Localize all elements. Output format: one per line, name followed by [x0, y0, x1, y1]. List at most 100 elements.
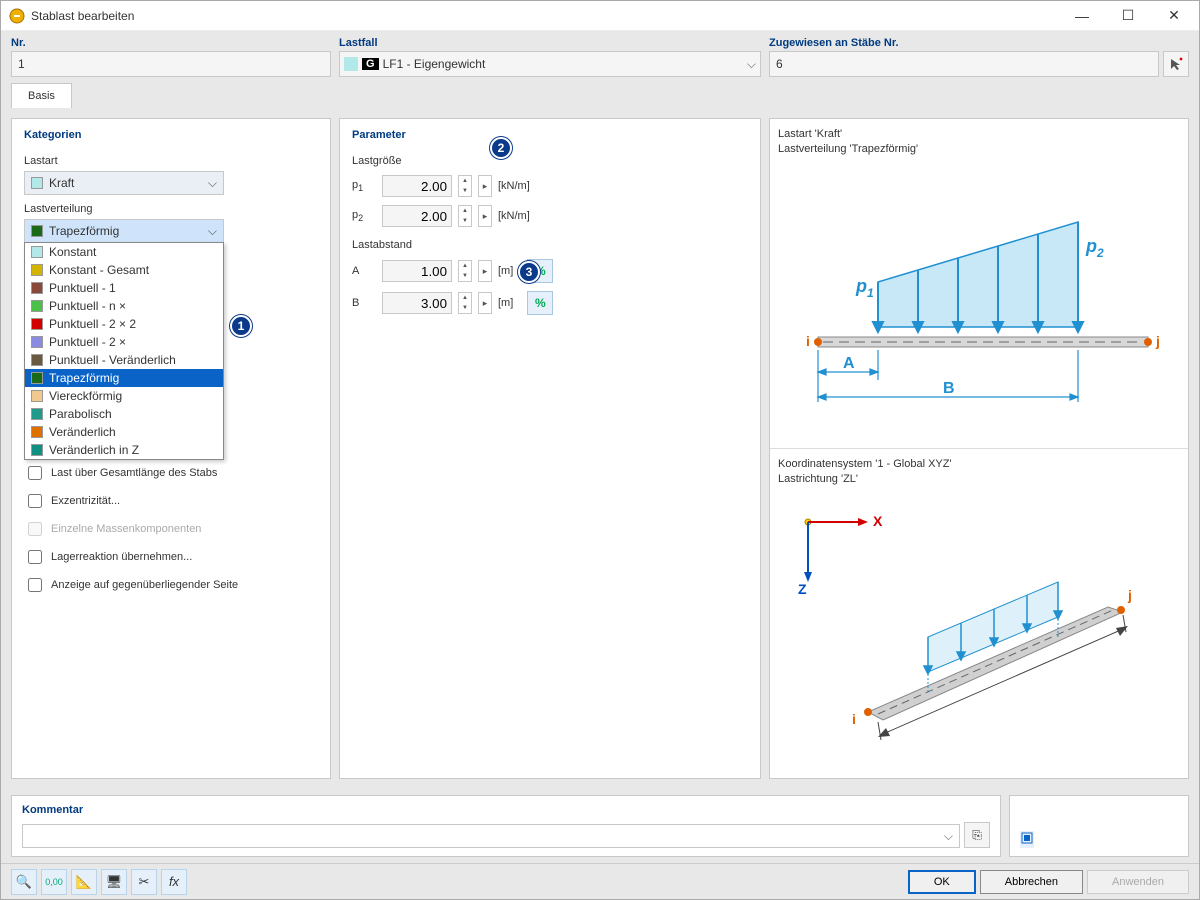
chk-support-reaction[interactable]: Lagerreaktion übernehmen...: [24, 547, 318, 567]
loadcase-type-badge: G: [362, 58, 379, 70]
footer-tool-6[interactable]: fx: [161, 869, 187, 895]
view-settings-button[interactable]: [1020, 831, 1034, 848]
p1-step-button[interactable]: ▸: [478, 175, 492, 197]
lastfall-label: Lastfall: [339, 37, 761, 49]
lastfall-value: LF1 - Eigengewicht: [383, 57, 486, 71]
footer-tool-3[interactable]: 📐: [71, 869, 97, 895]
parameter-panel: Parameter Lastgröße p1 ▲▼ ▸ [kN/m] p2 ▲▼…: [339, 118, 761, 779]
lastverteilung-combo[interactable]: Trapezförmig ⌵ KonstantKonstant - Gesamt…: [24, 219, 224, 243]
dropdown-item-label: Veränderlich in Z: [49, 443, 139, 457]
swatch-icon: [31, 318, 43, 330]
dropdown-item[interactable]: Parabolisch: [25, 405, 223, 423]
cancel-button[interactable]: Abbrechen: [980, 870, 1083, 894]
dropdown-item[interactable]: Veränderlich: [25, 423, 223, 441]
chk-mass-components: Einzelne Massenkomponenten: [24, 519, 318, 539]
header-row: Nr. 1 Lastfall G LF1 - Eigengewicht ⌵ Zu…: [1, 31, 1199, 83]
p1-spinner[interactable]: ▲▼: [458, 175, 472, 197]
apply-button: Anwenden: [1087, 870, 1189, 894]
dropdown-item-label: Konstant: [49, 245, 96, 259]
settings-icon: [1020, 831, 1034, 845]
select-members-button[interactable]: [1163, 51, 1189, 77]
dropdown-item-label: Veränderlich: [49, 425, 116, 439]
svg-text:B: B: [943, 380, 955, 397]
chk-opposite-side[interactable]: Anzeige auf gegenüberliegender Seite: [24, 575, 318, 595]
minimize-button[interactable]: —: [1059, 1, 1105, 31]
diagram-panel: Lastart 'Kraft' Lastverteilung 'Trapezfö…: [769, 118, 1189, 779]
svg-text:Z: Z: [798, 581, 807, 597]
lastart-combo[interactable]: Kraft ⌵: [24, 171, 224, 195]
kommentar-combo[interactable]: ⌵: [22, 824, 960, 848]
diagram-bot-line2: Lastrichtung 'ZL': [778, 472, 1180, 487]
a-input[interactable]: [382, 260, 452, 282]
p1-input[interactable]: [382, 175, 452, 197]
lastgroesse-label: Lastgröße: [352, 155, 748, 167]
swatch-icon: [31, 390, 43, 402]
nr-input[interactable]: 1: [11, 51, 331, 77]
dropdown-item[interactable]: Punktuell - 2 ×: [25, 333, 223, 351]
chk-eccentricity[interactable]: Exzentrizität...: [24, 491, 318, 511]
dropdown-item-label: Punktuell - n ×: [49, 299, 126, 313]
lastabstand-label: Lastabstand: [352, 239, 748, 251]
lastfall-select[interactable]: G LF1 - Eigengewicht ⌵: [339, 51, 761, 77]
a-step-button[interactable]: ▸: [478, 260, 492, 282]
dropdown-item[interactable]: Punktuell - Veränderlich: [25, 351, 223, 369]
b-step-button[interactable]: ▸: [478, 292, 492, 314]
dropdown-item-label: Viereckförmig: [49, 389, 122, 403]
footer-tool-5[interactable]: ✂: [131, 869, 157, 895]
maximize-button[interactable]: ☐: [1105, 1, 1151, 31]
a-label: A: [352, 265, 376, 277]
swatch-icon: [31, 336, 43, 348]
a-unit: [m]: [498, 265, 513, 277]
footer-tool-help[interactable]: 🔍: [11, 869, 37, 895]
dropdown-item[interactable]: Punktuell - 1: [25, 279, 223, 297]
swatch-icon: [344, 57, 358, 71]
svg-text:j: j: [1127, 587, 1132, 603]
dropdown-item[interactable]: Konstant: [25, 243, 223, 261]
p1-unit: [kN/m]: [498, 180, 530, 192]
app-icon: [9, 8, 25, 24]
b-percent-button[interactable]: %: [527, 291, 553, 315]
dropdown-item[interactable]: Viereckförmig: [25, 387, 223, 405]
swatch-icon: [31, 354, 43, 366]
a-spinner[interactable]: ▲▼: [458, 260, 472, 282]
chk-over-length[interactable]: Last über Gesamtlänge des Stabs: [24, 463, 318, 483]
lastverteilung-label: Lastverteilung: [24, 203, 318, 215]
dropdown-item[interactable]: Trapezförmig: [25, 369, 223, 387]
p2-input[interactable]: [382, 205, 452, 227]
b-input[interactable]: [382, 292, 452, 314]
swatch-icon: [31, 426, 43, 438]
kommentar-row: Kommentar ⌵ ⎘: [1, 789, 1199, 863]
b-row: B ▲▼ ▸ [m] %: [352, 291, 748, 315]
tab-basis[interactable]: Basis: [11, 83, 72, 108]
lastverteilung-dropdown: Konstant Konstant - Gesamt Punktuell - 1 Pu…: [24, 242, 224, 460]
dropdown-item-label: Punktuell - 1: [49, 281, 116, 295]
dropdown-item-label: Punktuell - 2 × 2: [49, 317, 136, 331]
dropdown-item[interactable]: Punktuell - n ×: [25, 297, 223, 315]
swatch-icon: [31, 225, 43, 237]
parameter-title: Parameter: [352, 129, 748, 141]
dropdown-item-label: Konstant - Gesamt: [49, 263, 149, 277]
diagram-bot-line1: Koordinatensystem '1 - Global XYZ': [778, 457, 1180, 472]
swatch-icon: [31, 177, 43, 189]
footer-tool-units[interactable]: 0,00: [41, 869, 67, 895]
tab-row: Basis: [1, 83, 1199, 108]
dropdown-item[interactable]: Veränderlich in Z: [25, 441, 223, 459]
b-label: B: [352, 297, 376, 309]
dropdown-item[interactable]: Konstant - Gesamt: [25, 261, 223, 279]
dropdown-item-label: Parabolisch: [49, 407, 112, 421]
p2-spinner[interactable]: ▲▼: [458, 205, 472, 227]
close-button[interactable]: ✕: [1151, 1, 1197, 31]
b-unit: [m]: [498, 297, 513, 309]
ok-button[interactable]: OK: [908, 870, 976, 894]
p2-step-button[interactable]: ▸: [478, 205, 492, 227]
svg-text:i: i: [852, 711, 856, 727]
dropdown-item[interactable]: Punktuell - 2 × 2: [25, 315, 223, 333]
kommentar-edit-button[interactable]: ⎘: [964, 822, 990, 848]
p2-row: p2 ▲▼ ▸ [kN/m]: [352, 205, 748, 227]
svg-text:p1: p1: [855, 276, 874, 300]
zugewiesen-input[interactable]: 6: [769, 51, 1159, 77]
svg-text:A: A: [843, 355, 855, 372]
footer-tool-4[interactable]: 🖥: [101, 869, 127, 895]
p1-row: p1 ▲▼ ▸ [kN/m]: [352, 175, 748, 197]
b-spinner[interactable]: ▲▼: [458, 292, 472, 314]
